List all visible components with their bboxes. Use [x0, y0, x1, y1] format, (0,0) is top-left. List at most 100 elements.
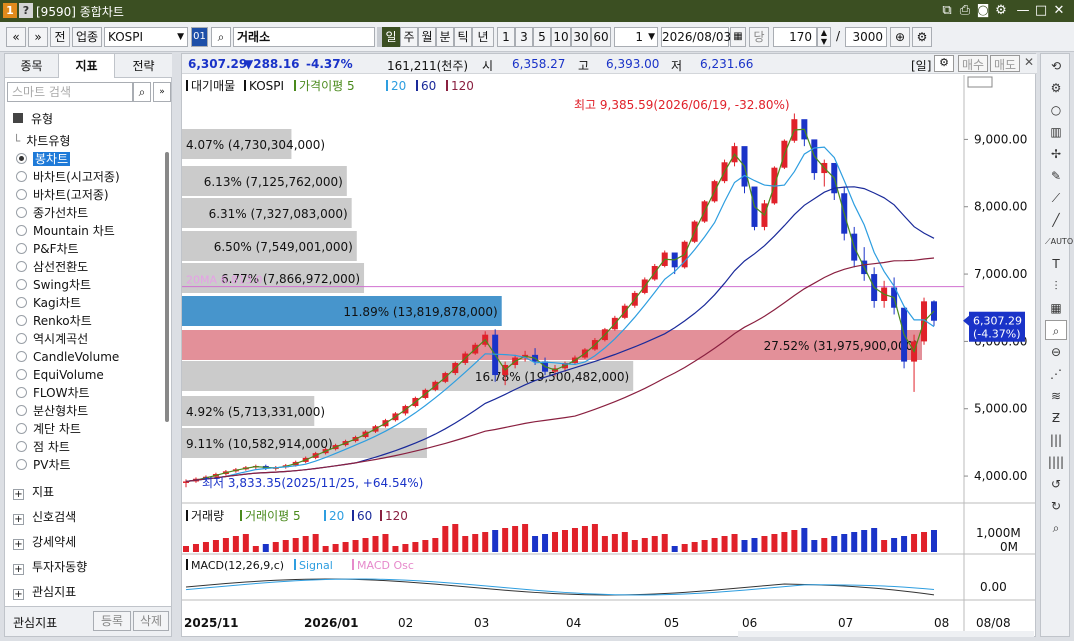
period-minute[interactable]: 분	[436, 27, 454, 47]
prev-button[interactable]: 전	[50, 27, 70, 47]
interval-60[interactable]: 60	[591, 27, 611, 47]
fan-icon[interactable]: ⋰	[1045, 364, 1067, 384]
chart-settings-icon[interactable]: ⚙	[934, 55, 954, 72]
chart-type-item[interactable]: P&F차트	[16, 240, 79, 258]
chart-type-item[interactable]: 봉차트	[16, 150, 71, 168]
section-type[interactable]: 유형	[13, 110, 53, 127]
pattern-icon[interactable]: ≋	[1045, 386, 1067, 406]
radio-icon[interactable]	[16, 369, 27, 380]
search-icon[interactable]: ⌕	[133, 82, 151, 102]
radio-icon[interactable]	[16, 243, 27, 254]
period-tick[interactable]: 틱	[454, 27, 472, 47]
link-icon[interactable]: ⧉	[938, 2, 956, 20]
radio-icon[interactable]	[16, 441, 27, 452]
code-flag-icon[interactable]: 01	[191, 27, 208, 47]
forward-button[interactable]: »	[28, 27, 48, 47]
radio-icon[interactable]	[16, 333, 27, 344]
undo-icon[interactable]: ↺	[1045, 474, 1067, 494]
close-icon[interactable]: ✕	[1050, 2, 1068, 20]
radio-icon[interactable]	[16, 351, 27, 362]
chart-type-item[interactable]: PV차트	[16, 456, 71, 474]
delete-button[interactable]: 삭제	[133, 611, 169, 631]
symbol-select[interactable]: KOSPI ▼	[104, 27, 188, 47]
redo-icon[interactable]: ↻	[1045, 496, 1067, 516]
exchange-field[interactable]: 거래소	[233, 27, 375, 47]
tab-indicator[interactable]: 지표	[59, 54, 115, 78]
chart-type-item[interactable]: CandleVolume	[16, 348, 119, 366]
buy-button[interactable]: 매수	[958, 55, 988, 72]
radio-icon[interactable]	[16, 423, 27, 434]
pencil-icon[interactable]: ✎	[1045, 166, 1067, 186]
smart-search-input[interactable]: 스마트 검색	[7, 82, 133, 102]
settings-icon[interactable]: ⚙	[992, 2, 1010, 20]
section-signal-search[interactable]: + 신호검색	[13, 507, 76, 527]
view-count-field[interactable]: 170	[773, 27, 817, 47]
refresh-icon[interactable]: ⟲	[1045, 56, 1067, 76]
radio-icon[interactable]	[16, 189, 27, 200]
period-year[interactable]: 년	[472, 27, 494, 47]
grid-icon[interactable]: ▦	[1045, 298, 1067, 318]
period-week[interactable]: 주	[400, 27, 418, 47]
radio-icon[interactable]	[16, 153, 27, 164]
auto-icon[interactable]: ⟋AUTO	[1045, 232, 1073, 252]
interval-10[interactable]: 10	[551, 27, 571, 47]
line-tool-icon[interactable]: ⟋	[1045, 188, 1067, 208]
close-icon[interactable]: ✕	[1022, 55, 1036, 72]
section-strength[interactable]: + 강세약세	[13, 532, 76, 552]
help-icon[interactable]: ?	[19, 3, 33, 18]
section-indicator[interactable]: + 지표	[13, 482, 54, 502]
sector-button[interactable]: 업종	[72, 27, 102, 47]
chart-type-item[interactable]: 바차트(시고저종)	[16, 168, 120, 186]
section-favorite[interactable]: + 관심지표	[13, 582, 76, 602]
bars-icon[interactable]: |||	[1045, 430, 1067, 450]
group-chart-type[interactable]: └ 차트유형	[13, 132, 70, 149]
radio-icon[interactable]	[16, 279, 27, 290]
chart-type-item[interactable]: 역시계곡선	[16, 330, 88, 348]
chart-type-item[interactable]: Mountain 차트	[16, 222, 115, 240]
chart-type-item[interactable]: Renko차트	[16, 312, 92, 330]
expand-icon[interactable]: »	[153, 82, 171, 102]
interval-3[interactable]: 3	[515, 27, 533, 47]
calendar-icon[interactable]: ▦	[730, 27, 746, 47]
radio-icon[interactable]	[16, 459, 27, 470]
minimize-icon[interactable]: —	[1014, 2, 1032, 20]
date-unit-button[interactable]: 당	[749, 27, 769, 47]
chart-type-item[interactable]: 분산형차트	[16, 402, 88, 420]
capture-icon[interactable]: ◙	[974, 2, 992, 20]
radio-icon[interactable]	[16, 387, 27, 398]
back-button[interactable]: «	[6, 27, 26, 47]
zoom-in-icon[interactable]: ⊕	[890, 27, 910, 47]
interval-5[interactable]: 5	[533, 27, 551, 47]
diagonal-line-icon[interactable]: ╱	[1045, 210, 1067, 230]
period-month[interactable]: 월	[418, 27, 436, 47]
radio-icon[interactable]	[16, 315, 27, 326]
circle-icon[interactable]: ○	[1045, 100, 1067, 120]
search-icon[interactable]: ⌕	[1045, 518, 1067, 538]
crosshair-icon[interactable]: ✢	[1045, 144, 1067, 164]
chart-svg[interactable]: 4.07% (4,730,304,000) 6.13% (7,125,762,00…	[182, 75, 1035, 637]
date-field[interactable]: 2026/08/03	[661, 27, 731, 47]
bars2-icon[interactable]: ||||	[1045, 452, 1067, 472]
gear-icon[interactable]: ⚙	[1045, 78, 1067, 98]
chart-type-item[interactable]: Kagi차트	[16, 294, 81, 312]
chart-type-item[interactable]: 계단 차트	[16, 420, 81, 438]
radio-icon[interactable]	[16, 405, 27, 416]
tab-strategy[interactable]: 전략	[115, 54, 172, 78]
chart-type-item[interactable]: 종가선차트	[16, 204, 88, 222]
radio-icon[interactable]	[16, 171, 27, 182]
text-icon[interactable]: T	[1045, 254, 1067, 274]
radio-icon[interactable]	[16, 207, 27, 218]
bar-chart-icon[interactable]: ▥	[1045, 122, 1067, 142]
interval-30[interactable]: 30	[571, 27, 591, 47]
zoom-out-icon[interactable]: ⊖	[1045, 342, 1067, 362]
period-day[interactable]: 일	[382, 27, 400, 47]
section-investor[interactable]: + 투자자동향	[13, 557, 87, 577]
chart-type-item[interactable]: EquiVolume	[16, 366, 104, 384]
total-count-field[interactable]: 3000	[845, 27, 887, 47]
tab-item[interactable]: 종목	[5, 54, 59, 78]
gear-icon[interactable]: ⚙	[912, 27, 932, 47]
zoom-icon[interactable]: ⌕	[1045, 320, 1067, 340]
interval-1[interactable]: 1	[497, 27, 515, 47]
sell-button[interactable]: 매도	[990, 55, 1020, 72]
chart-type-item[interactable]: Swing차트	[16, 276, 91, 294]
